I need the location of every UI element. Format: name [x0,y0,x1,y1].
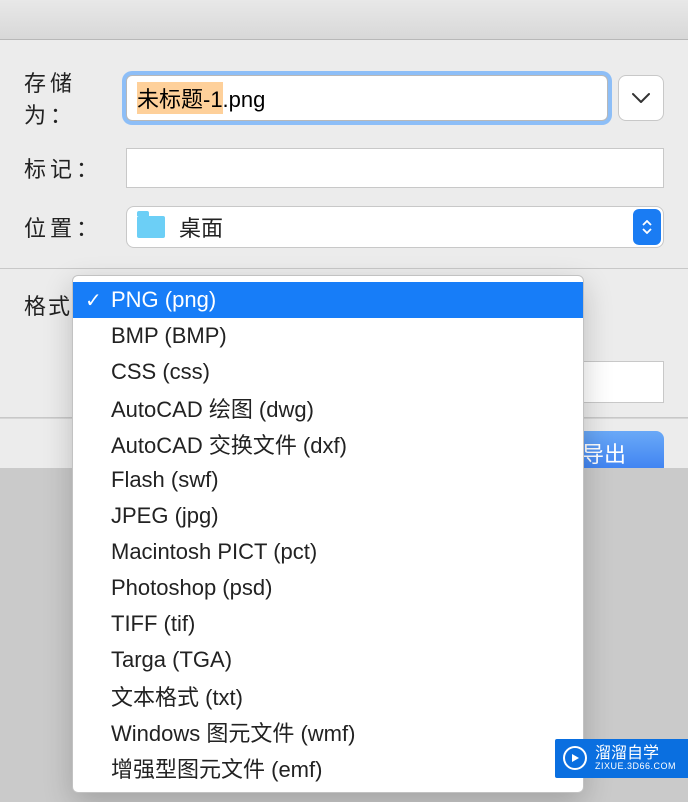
format-option-pct[interactable]: Macintosh PICT (pct) [73,534,583,570]
tags-row: 标记： [24,148,664,188]
format-option-wmf[interactable]: Windows 图元文件 (wmf) [73,714,583,750]
watermark-text: 溜溜自学 ZIXUE.3D66.COM [595,745,676,772]
format-option-css[interactable]: CSS (css) [73,354,583,390]
location-row: 位置： 桌面 [24,206,664,248]
tags-label: 标记： [24,152,126,184]
saveas-input[interactable] [126,75,608,121]
updown-icon [633,209,661,245]
folder-icon [137,216,165,238]
format-option-tga[interactable]: Targa (TGA) [73,642,583,678]
location-label: 位置： [24,211,126,243]
play-circle-icon [563,746,587,770]
save-form: 存储为： 标记： 位置： 桌面 [0,40,688,268]
format-option-png[interactable]: PNG (png) [73,282,583,318]
watermark: 溜溜自学 ZIXUE.3D66.COM [555,739,688,778]
expand-collapse-button[interactable] [618,75,664,121]
format-option-bmp[interactable]: BMP (BMP) [73,318,583,354]
chevron-down-icon [632,92,650,104]
watermark-url: ZIXUE.3D66.COM [595,762,676,772]
format-option-swf[interactable]: Flash (swf) [73,462,583,498]
format-option-txt[interactable]: 文本格式 (txt) [73,678,583,714]
saveas-label: 存储为： [24,66,126,130]
format-option-emf[interactable]: 增强型图元文件 (emf) [73,750,583,786]
saveas-row: 存储为： [24,66,664,130]
location-value: 桌面 [179,211,223,243]
watermark-title: 溜溜自学 [595,745,676,763]
format-option-jpg[interactable]: JPEG (jpg) [73,498,583,534]
format-option-tif[interactable]: TIFF (tif) [73,606,583,642]
titlebar [0,0,688,40]
format-dropdown-menu: PNG (png) BMP (BMP) CSS (css) AutoCAD 绘图… [72,275,584,793]
format-option-dwg[interactable]: AutoCAD 绘图 (dwg) [73,390,583,426]
location-select[interactable]: 桌面 [126,206,664,248]
tags-input[interactable] [126,148,664,188]
format-option-dxf[interactable]: AutoCAD 交换文件 (dxf) [73,426,583,462]
format-option-psd[interactable]: Photoshop (psd) [73,570,583,606]
